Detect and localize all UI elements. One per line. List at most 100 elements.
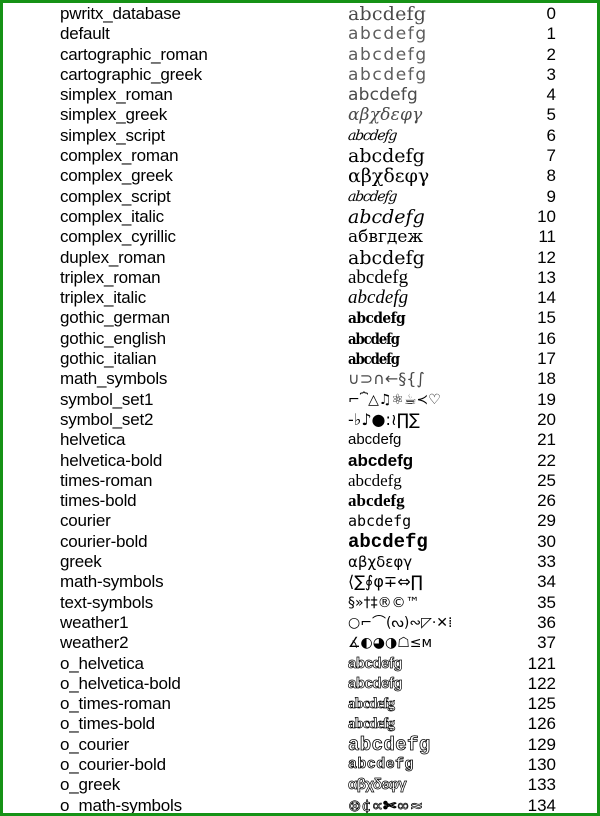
table-row: complex_roman abcdefg 7 <box>3 146 597 167</box>
font-index-number: 33 <box>537 552 556 572</box>
font-sample-text: abcdefg <box>348 674 403 692</box>
table-row: complex_italic abcdefg 10 <box>3 205 597 228</box>
font-sample-text: -♭♪●:≀∏∑ <box>348 409 420 429</box>
table-row: triplex_italic abcdefg 14 <box>3 287 597 309</box>
font-index-number: 26 <box>537 491 556 511</box>
table-row: math-symbols ⟨∑∮φ∓⇔∏ 34 <box>3 572 597 592</box>
font-index-number: 10 <box>537 206 556 226</box>
table-row: weather1 ○⌐⌒(ᔓ)∾◸·✕⁞ 36 <box>3 613 597 633</box>
table-row: triplex_roman abcdefg 13 <box>3 267 597 288</box>
table-row: o_helvetica abcdefg 121 <box>3 654 597 674</box>
font-index-number: 2 <box>546 44 556 64</box>
font-sample-text: абвгдеж <box>348 227 424 248</box>
font-name-label: o_courier <box>60 734 130 754</box>
font-index-number: 19 <box>537 389 556 409</box>
table-row: gothic_english abcdefg 16 <box>3 329 597 349</box>
font-index-number: 17 <box>537 349 556 369</box>
font-sample-text: abcdefg <box>348 530 428 553</box>
font-index-number: 37 <box>537 633 556 653</box>
font-sample-text: abcdefg <box>348 205 425 228</box>
table-row: complex_greek αβχδεφγ 8 <box>3 165 597 188</box>
font-name-label: simplex_roman <box>60 85 173 105</box>
table-row: times-bold abcdefg 26 <box>3 491 597 511</box>
font-name-label: duplex_roman <box>60 247 166 267</box>
font-index-number: 29 <box>537 511 556 531</box>
table-row: times-roman abcdefg 25 <box>3 471 597 491</box>
table-row: courier abcdefg 29 <box>3 511 597 531</box>
table-row: gothic_german abcdefg 15 <box>3 308 597 328</box>
table-row: simplex_script abcdefg 6 <box>3 126 597 146</box>
table-row: text-symbols §»†‡®©™ 35 <box>3 593 597 613</box>
font-sample-text: abcdefg <box>348 755 414 774</box>
font-name-label: o_helvetica-bold <box>60 673 181 693</box>
font-index-number: 20 <box>537 409 556 429</box>
font-index-number: 6 <box>546 125 556 145</box>
font-name-label: o_math-symbols <box>60 795 182 815</box>
table-row: pwritx_database abcdefg 0 <box>3 3 597 25</box>
font-name-label: times-bold <box>60 491 137 511</box>
font-name-label: complex_roman <box>60 146 179 166</box>
font-index-number: 15 <box>537 308 556 328</box>
table-row: complex_script abcdefg 9 <box>3 187 597 207</box>
font-sample-text: ⌐⏞△♫⚛☕≺♡ <box>348 391 441 408</box>
font-index-number: 16 <box>537 328 556 348</box>
table-row: helvetica-bold abcdefg 22 <box>3 451 597 471</box>
font-index-number: 30 <box>537 531 556 551</box>
font-name-label: helvetica <box>60 430 126 450</box>
font-sample-text: abcdefg <box>348 287 409 309</box>
font-index-number: 5 <box>546 105 556 125</box>
font-index-number: 35 <box>537 592 556 612</box>
font-sample-text: abcdefg <box>347 188 397 205</box>
table-row: simplex_greek αβχδεφγ 5 <box>3 105 597 125</box>
font-name-label: symbol_set2 <box>60 409 154 429</box>
font-sample-text: abcdefg <box>348 44 428 65</box>
table-row: weather2 ∡◐◕◑☖≤м 37 <box>3 633 597 653</box>
font-sample-text: abcdefg <box>348 450 414 470</box>
table-row: greek αβχδεφγ 33 <box>3 552 597 572</box>
font-name-label: pwritx_database <box>60 4 181 23</box>
font-index-number: 21 <box>537 430 556 450</box>
font-name-label: o_greek <box>60 775 121 795</box>
font-index-number: 133 <box>527 775 556 795</box>
font-index-number: 9 <box>546 186 556 206</box>
table-row: o_greek αβχδεφγ 133 <box>3 775 597 795</box>
font-sample-text: abcdefg <box>348 470 402 490</box>
font-sample-text: abcdefg <box>347 127 397 144</box>
font-sample-text: abcdefg <box>348 350 400 369</box>
font-name-label: complex_script <box>60 186 171 206</box>
font-index-number: 34 <box>537 572 556 592</box>
font-sample-text: αβχδεφγ <box>348 553 413 572</box>
font-index-number: 129 <box>527 734 556 754</box>
font-name-label: math-symbols <box>60 572 164 592</box>
font-index-number: 36 <box>537 612 556 632</box>
font-sample-text: ○⌐⌒(ᔓ)∾◸·✕⁞ <box>348 614 453 631</box>
font-sample-text: abcdefg <box>348 716 396 733</box>
font-name-label: simplex_greek <box>60 105 168 125</box>
font-sample-text: αβχδεφγ <box>348 165 430 188</box>
font-sample-text: ∪⊃∩←§{∫ <box>348 369 425 389</box>
font-sample-text: abcdefg <box>348 85 418 106</box>
table-row: symbol_set1 ⌐⏞△♫⚛☕≺♡ 19 <box>3 390 597 410</box>
table-row: complex_cyrillic абвгдеж 11 <box>3 227 597 247</box>
font-name-label: o_helvetica <box>60 653 144 673</box>
table-row: o_courier-bold abcdefg 130 <box>3 755 597 775</box>
font-name-label: cartographic_roman <box>60 44 208 64</box>
table-row: o_math-symbols ⊗¢∝✄∞≈ 134 <box>3 795 597 815</box>
font-sample-text: αβχδεφγ <box>348 105 423 126</box>
font-name-label: times-roman <box>60 470 153 490</box>
font-index-number: 1 <box>546 24 556 44</box>
font-index-number: 126 <box>527 714 556 734</box>
table-row: default abcdefg 1 <box>3 24 597 44</box>
table-row: helvetica abcdefg 21 <box>3 430 597 450</box>
font-index-number: 14 <box>537 288 556 308</box>
font-sample-text: abcdefg <box>348 3 427 25</box>
font-sample-text: abcdefg <box>348 512 412 531</box>
font-name-label: gothic_italian <box>60 349 157 369</box>
font-index-number: 22 <box>537 450 556 470</box>
font-name-label: o_times-roman <box>60 694 171 714</box>
font-sample-text: abcdefg <box>348 733 431 756</box>
font-index-number: 125 <box>527 694 556 714</box>
font-index-number: 4 <box>546 85 556 105</box>
font-name-label: default <box>60 24 110 44</box>
font-sample-text: αβχδεφγ <box>348 776 407 794</box>
